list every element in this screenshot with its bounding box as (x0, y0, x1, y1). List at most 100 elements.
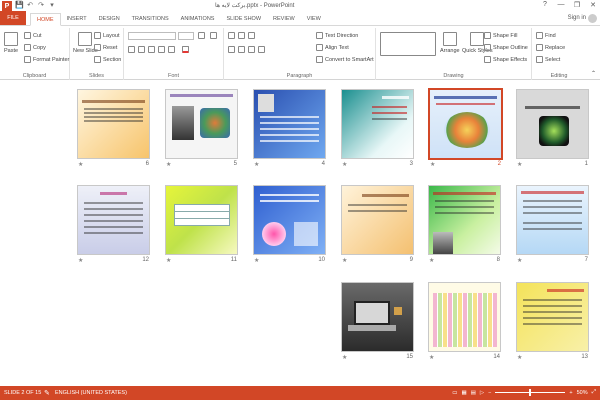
arrange-button[interactable]: Arrange (440, 32, 460, 54)
customize-qat-icon[interactable]: ▾ (48, 2, 56, 10)
layout-button[interactable]: Layout (94, 32, 120, 39)
transition-star-icon[interactable]: ★ (429, 257, 434, 264)
align-left-button[interactable] (228, 46, 235, 53)
avatar[interactable] (588, 14, 597, 23)
transition-star-icon[interactable]: ★ (254, 257, 259, 264)
slide-thumbnail-9[interactable] (341, 185, 414, 255)
collapse-ribbon-icon[interactable]: ⌃ (591, 70, 596, 77)
slide-thumbnail-8[interactable] (428, 185, 501, 255)
zoom-level[interactable]: 50% (577, 390, 588, 396)
convert-smartart-button[interactable]: Convert to SmartArt (316, 56, 374, 63)
tab-transitions[interactable]: TRANSITIONS (126, 13, 175, 25)
tab-insert[interactable]: INSERT (61, 13, 93, 25)
italic-button[interactable] (138, 46, 145, 53)
reading-view-icon[interactable]: ▤ (471, 390, 476, 396)
slide-thumbnail-15[interactable] (341, 282, 414, 352)
slide-thumbnail-3[interactable] (341, 89, 414, 159)
transition-star-icon[interactable]: ★ (342, 161, 347, 168)
grow-font-button[interactable] (198, 32, 205, 39)
transition-star-icon[interactable]: ★ (78, 257, 83, 264)
numbering-button[interactable] (238, 32, 245, 39)
restore-icon[interactable]: ❐ (572, 1, 582, 9)
zoom-out-icon[interactable]: − (488, 390, 491, 396)
transition-star-icon[interactable]: ★ (342, 354, 347, 361)
transition-star-icon[interactable]: ★ (342, 257, 347, 264)
bold-button[interactable] (128, 46, 135, 53)
underline-button[interactable] (148, 46, 155, 53)
transition-star-icon[interactable]: ★ (166, 161, 171, 168)
shapes-gallery[interactable] (380, 32, 436, 56)
transition-star-icon[interactable]: ★ (517, 257, 522, 264)
normal-view-icon[interactable]: ▭ (452, 390, 457, 396)
tab-view[interactable]: VIEW (301, 13, 327, 25)
slide-thumbnail-11[interactable] (165, 185, 238, 255)
shape-fill-button[interactable]: Shape Fill (484, 32, 517, 39)
replace-button[interactable]: Replace (536, 44, 565, 51)
slide-thumbnail-13[interactable] (516, 282, 589, 352)
transition-star-icon[interactable]: ★ (517, 161, 522, 168)
reset-button[interactable]: Reset (94, 44, 117, 51)
help-icon[interactable]: ? (540, 1, 550, 9)
tab-home[interactable]: HOME (30, 13, 61, 26)
slide-thumbnail-12[interactable] (77, 185, 150, 255)
strikethrough-button[interactable] (168, 46, 175, 53)
undo-icon[interactable]: ↶ (26, 2, 34, 10)
tab-design[interactable]: DESIGN (93, 13, 126, 25)
slide-number: 5 (233, 161, 237, 167)
text-direction-button[interactable]: Text Direction (316, 32, 358, 39)
tab-slide-show[interactable]: SLIDE SHOW (220, 13, 267, 25)
shadow-icon (158, 46, 165, 53)
tab-animations[interactable]: ANIMATIONS (175, 13, 221, 25)
minimize-icon[interactable]: — (556, 1, 566, 9)
slide-thumbnail-2[interactable] (428, 88, 503, 160)
paste-button[interactable]: Paste (4, 32, 18, 54)
format-painter-button[interactable]: Format Painter (24, 56, 69, 63)
spellcheck-icon[interactable]: ✎ (44, 389, 50, 397)
slide-thumbnail-6[interactable] (77, 89, 150, 159)
slide-thumbnail-14[interactable] (428, 282, 501, 352)
search-icon (536, 32, 543, 39)
copy-button[interactable]: Copy (24, 44, 46, 51)
shape-outline-button[interactable]: Shape Outline (484, 44, 528, 51)
transition-star-icon[interactable]: ★ (429, 354, 434, 361)
clear-format-button[interactable] (210, 32, 217, 39)
redo-icon[interactable]: ↷ (37, 2, 45, 10)
zoom-thumb[interactable] (529, 389, 532, 396)
slide-thumbnail-10[interactable] (253, 185, 326, 255)
fit-to-window-icon[interactable]: ⤢ (592, 389, 596, 396)
transition-star-icon[interactable]: ★ (517, 354, 522, 361)
cut-button[interactable]: Cut (24, 32, 42, 39)
tab-file[interactable]: FILE (0, 11, 26, 25)
shadow-button[interactable] (158, 46, 165, 53)
bullets-button[interactable] (228, 32, 235, 39)
sign-in-link[interactable]: Sign in (568, 15, 586, 21)
transition-star-icon[interactable]: ★ (78, 161, 83, 168)
slide-thumbnail-7[interactable] (516, 185, 589, 255)
font-size-combo[interactable] (178, 32, 194, 40)
align-center-button[interactable] (238, 46, 245, 53)
slide-thumbnail-5[interactable] (165, 89, 238, 159)
align-right-button[interactable] (248, 46, 255, 53)
section-button[interactable]: Section (94, 56, 121, 63)
justify-button[interactable] (258, 46, 265, 53)
language-indicator[interactable]: ENGLISH (UNITED STATES) (55, 390, 127, 396)
slide-thumbnail-1[interactable] (516, 89, 589, 159)
slide-sorter-view-icon[interactable]: ▦ (462, 390, 467, 396)
slideshow-view-icon[interactable]: ▷ (480, 390, 484, 396)
zoom-slider[interactable] (495, 389, 566, 396)
select-button[interactable]: Select (536, 56, 560, 63)
align-text-button[interactable]: Align Text (316, 44, 349, 51)
zoom-in-icon[interactable]: + (569, 390, 572, 396)
slide-thumbnail-4[interactable] (253, 89, 326, 159)
save-icon[interactable]: 💾 (15, 2, 24, 10)
font-name-combo[interactable] (128, 32, 176, 40)
line-spacing-button[interactable] (248, 32, 255, 39)
font-color-button[interactable] (182, 46, 189, 53)
find-button[interactable]: Find (536, 32, 556, 39)
transition-star-icon[interactable]: ★ (166, 257, 171, 264)
tab-review[interactable]: REVIEW (267, 13, 301, 25)
transition-star-icon[interactable]: ★ (430, 161, 435, 168)
close-icon[interactable]: ✕ (588, 1, 598, 9)
transition-star-icon[interactable]: ★ (254, 161, 259, 168)
shape-effects-button[interactable]: Shape Effects (484, 56, 527, 63)
